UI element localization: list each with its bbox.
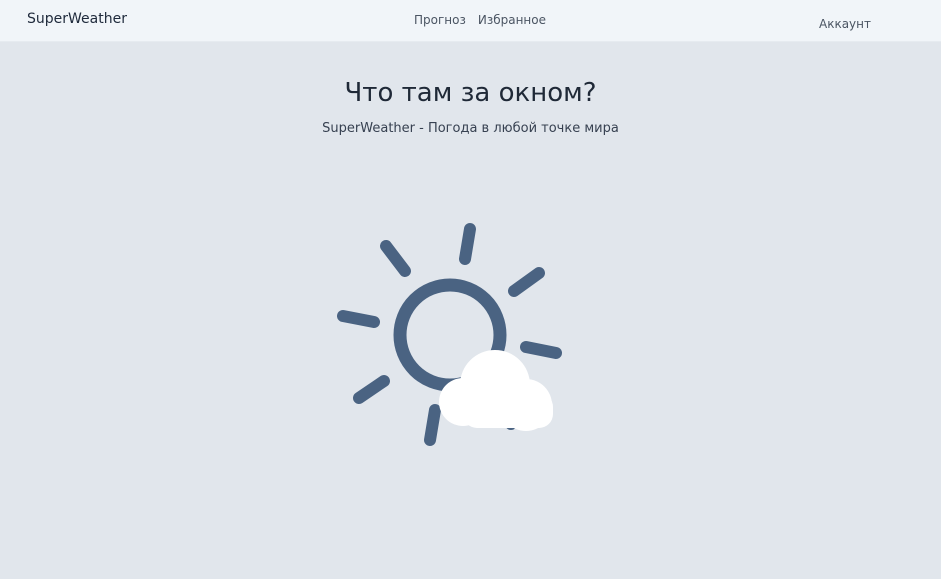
sun-ray [508,267,545,297]
nav-forecast-link[interactable]: Прогноз [414,13,466,27]
sun-ray [353,375,390,404]
top-navbar: SuperWeather Прогноз Избранное Аккаунт [0,0,941,42]
brand-logo-link[interactable]: SuperWeather [27,11,127,27]
main-nav: Прогноз Избранное [414,13,546,27]
cloud-icon [439,350,553,431]
hero-subtitle: SuperWeather - Погода в любой точке мира [322,121,619,136]
sun-ray [424,404,441,446]
nav-favorites-link[interactable]: Избранное [478,13,546,27]
sun-behind-cloud-icon [337,223,562,446]
sun-ray [337,310,380,328]
sun-ray [520,341,562,359]
nav-account-link[interactable]: Аккаунт [819,17,871,31]
sun-ray [459,223,476,265]
account-nav: Аккаунт [819,13,871,32]
sun-ray [380,240,411,277]
hero-title: Что там за окном? [344,78,597,108]
